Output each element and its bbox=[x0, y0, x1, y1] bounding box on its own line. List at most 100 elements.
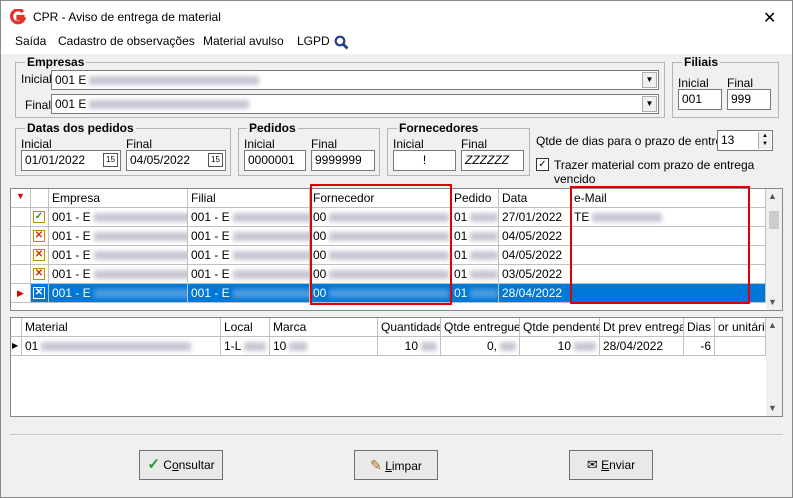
pedido-cell[interactable]: 01 bbox=[451, 208, 499, 227]
pedido-cell[interactable]: 01 bbox=[451, 284, 499, 303]
calendar-icon[interactable]: 15 bbox=[103, 153, 118, 167]
filial-cell[interactable]: 001 - E bbox=[188, 208, 310, 227]
quantidade-cell[interactable]: 10 bbox=[378, 337, 441, 356]
limpar-button[interactable]: ✎ Limpar bbox=[354, 450, 438, 480]
row-mark-cell[interactable]: ✕ bbox=[31, 265, 49, 284]
x-mark-icon[interactable]: ✕ bbox=[33, 287, 45, 299]
empresa-cell[interactable]: 001 - E bbox=[49, 227, 188, 246]
dt-prev-cell[interactable]: 28/04/2022 bbox=[600, 337, 684, 356]
checkmark-icon: ✓ bbox=[147, 456, 160, 473]
empresa-final-label: Final bbox=[25, 98, 52, 112]
current-row-arrow-icon[interactable]: ▶ bbox=[11, 284, 31, 303]
grid2-scrollbar[interactable]: ▲ ▼ bbox=[766, 318, 782, 416]
pedido-final-input[interactable]: 9999999 bbox=[311, 150, 375, 171]
x-mark-icon[interactable]: ✕ bbox=[33, 249, 45, 261]
chevron-down-icon[interactable]: ▼ bbox=[642, 72, 657, 88]
data-inicial-input[interactable]: 01/01/2022 15 bbox=[21, 150, 121, 171]
pedido-cell[interactable]: 01 bbox=[451, 227, 499, 246]
empresa-cell[interactable]: 001 - E bbox=[49, 284, 188, 303]
enviar-button[interactable]: ✉ Enviar bbox=[569, 450, 653, 480]
data-cell[interactable]: 27/01/2022 bbox=[499, 208, 571, 227]
material-cell[interactable]: 01 bbox=[22, 337, 221, 356]
col-valor-unitario[interactable]: or unitário bbox=[715, 318, 766, 337]
empresa-cell[interactable]: 001 - E bbox=[49, 265, 188, 284]
row-mark-cell[interactable]: ✓ bbox=[31, 208, 49, 227]
search-icon[interactable] bbox=[334, 35, 349, 50]
grid1-scrollbar[interactable]: ▲ ▼ bbox=[766, 189, 782, 310]
filial-final-input[interactable]: 999 bbox=[727, 89, 771, 110]
empresa-inicial-select[interactable]: 001 E ▼ bbox=[51, 70, 659, 90]
filial-inicial-input[interactable]: 001 bbox=[678, 89, 722, 110]
filial-cell[interactable]: 001 - E bbox=[188, 265, 310, 284]
data-cell[interactable]: 04/05/2022 bbox=[499, 227, 571, 246]
pedido-inicial-input[interactable]: 0000001 bbox=[244, 150, 306, 171]
data-cell[interactable]: 28/04/2022 bbox=[499, 284, 571, 303]
col-material[interactable]: Material bbox=[22, 318, 221, 337]
spin-arrows-icon[interactable]: ▲ ▼ bbox=[758, 132, 771, 149]
empresa-value: 001 - E bbox=[52, 248, 91, 262]
col-filial[interactable]: Filial bbox=[188, 189, 310, 208]
local-value: 1-L bbox=[224, 339, 242, 353]
consultar-button[interactable]: ✓ Consultar bbox=[139, 450, 223, 480]
dias-cell[interactable]: -6 bbox=[684, 337, 715, 356]
data-final-value: 04/05/2022 bbox=[130, 153, 191, 167]
empresa-cell[interactable]: 001 - E bbox=[49, 246, 188, 265]
envelope-icon: ✉ bbox=[586, 457, 598, 472]
entregue-cell[interactable]: 0, bbox=[441, 337, 520, 356]
col-data[interactable]: Data bbox=[499, 189, 571, 208]
sort-indicator-icon[interactable]: ▼ bbox=[11, 189, 31, 208]
pendente-cell[interactable]: 10 bbox=[520, 337, 600, 356]
col-marca[interactable]: Marca bbox=[270, 318, 378, 337]
pedido-cell[interactable]: 01 bbox=[451, 246, 499, 265]
col-quantidade[interactable]: Quantidade bbox=[378, 318, 441, 337]
col-qtde-entregue[interactable]: Qtde entregue bbox=[441, 318, 520, 337]
marca-cell[interactable]: 10 bbox=[270, 337, 378, 356]
col-dias[interactable]: Dias bbox=[684, 318, 715, 337]
calendar-icon[interactable]: 15 bbox=[208, 153, 223, 167]
trazer-checkbox[interactable]: ✓ bbox=[536, 158, 549, 171]
col-dt-prev-entrega[interactable]: Dt prev entrega bbox=[600, 318, 684, 337]
scroll-up-icon[interactable]: ▲ bbox=[768, 191, 777, 201]
pendente-value: 10 bbox=[557, 339, 571, 353]
chevron-down-icon[interactable]: ▼ bbox=[642, 96, 657, 112]
filial-cell[interactable]: 001 - E bbox=[188, 246, 310, 265]
row-indicator[interactable] bbox=[11, 265, 31, 284]
row-indicator[interactable] bbox=[11, 227, 31, 246]
valor-cell[interactable] bbox=[715, 337, 766, 356]
checkmark-icon[interactable]: ✓ bbox=[33, 211, 45, 223]
close-button[interactable]: ✕ bbox=[763, 8, 776, 28]
pedido-cell[interactable]: 01 bbox=[451, 265, 499, 284]
menu-saida[interactable]: Saída bbox=[15, 34, 46, 48]
filial-cell[interactable]: 001 - E bbox=[188, 284, 310, 303]
col-empresa[interactable]: Empresa bbox=[49, 189, 188, 208]
fornecedor-final-input[interactable]: ZZZZZZ bbox=[461, 150, 524, 171]
fornecedores-title: Fornecedores bbox=[397, 121, 481, 135]
scroll-up-icon[interactable]: ▲ bbox=[768, 320, 777, 330]
data-cell[interactable]: 03/05/2022 bbox=[499, 265, 571, 284]
row-mark-cell[interactable]: ✕ bbox=[31, 227, 49, 246]
col-local[interactable]: Local bbox=[221, 318, 270, 337]
menu-cadastro-observacoes[interactable]: Cadastro de observações bbox=[58, 34, 195, 48]
scroll-thumb[interactable] bbox=[769, 211, 779, 229]
fornecedor-inicial-input[interactable]: ! bbox=[393, 150, 456, 171]
row-mark-cell[interactable]: ✕ bbox=[31, 284, 49, 303]
row-mark-cell[interactable]: ✕ bbox=[31, 246, 49, 265]
data-cell[interactable]: 04/05/2022 bbox=[499, 246, 571, 265]
col-qtde-pendente[interactable]: Qtde pendente bbox=[520, 318, 600, 337]
menu-material-avulso[interactable]: Material avulso bbox=[203, 34, 284, 48]
row-indicator[interactable] bbox=[11, 246, 31, 265]
data-final-input[interactable]: 04/05/2022 15 bbox=[126, 150, 226, 171]
col-pedido[interactable]: Pedido bbox=[451, 189, 499, 208]
qtde-dias-spinner[interactable]: 13 ▲ ▼ bbox=[717, 130, 773, 151]
filial-cell[interactable]: 001 - E bbox=[188, 227, 310, 246]
x-mark-icon[interactable]: ✕ bbox=[33, 268, 45, 280]
x-mark-icon[interactable]: ✕ bbox=[33, 230, 45, 242]
marca-value: 10 bbox=[273, 339, 287, 353]
menu-lgpd[interactable]: LGPD bbox=[297, 34, 330, 48]
scroll-down-icon[interactable]: ▼ bbox=[768, 297, 777, 307]
empresa-final-select[interactable]: 001 E ▼ bbox=[51, 94, 659, 114]
empresa-cell[interactable]: 001 - E bbox=[49, 208, 188, 227]
local-cell[interactable]: 1-L bbox=[221, 337, 270, 356]
row-indicator[interactable] bbox=[11, 208, 31, 227]
scroll-down-icon[interactable]: ▼ bbox=[768, 403, 777, 413]
